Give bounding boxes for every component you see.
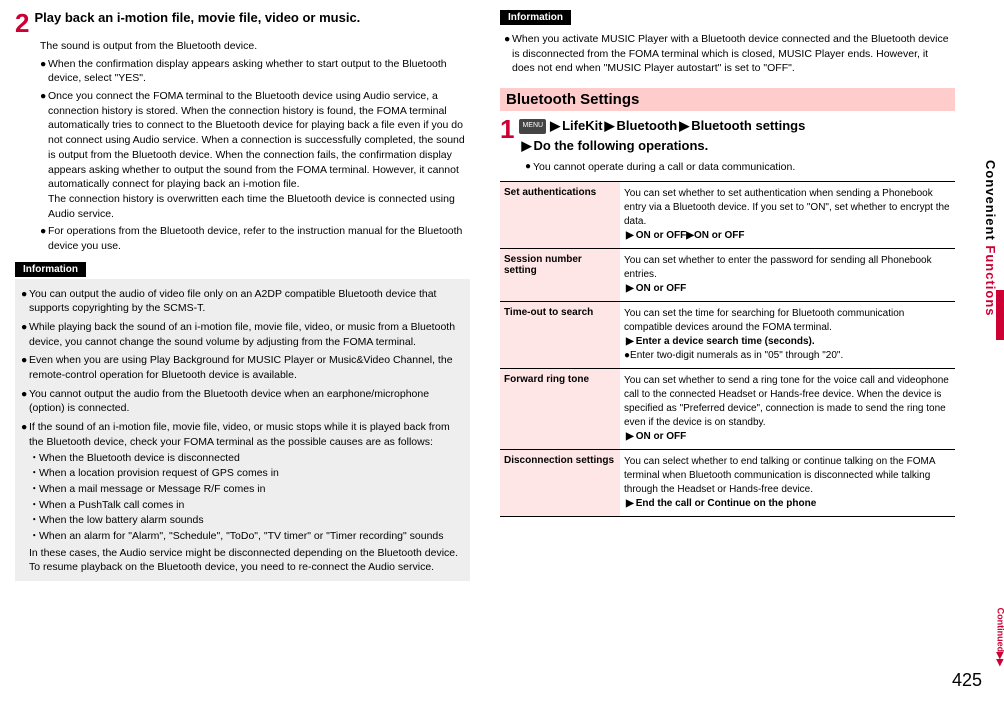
row-desc: You can select whether to end talking or…	[620, 450, 955, 517]
section-title: Bluetooth Settings	[500, 88, 955, 111]
table-row: Set authentications You can set whether …	[500, 182, 955, 249]
procedure-note-row: ●You cannot operate during a call or dat…	[525, 161, 955, 173]
side-tab-marker	[996, 290, 1004, 340]
arrow-icon: ▶	[679, 118, 689, 133]
row-desc: You can set the time for searching for B…	[620, 302, 955, 369]
step-number: 1	[500, 116, 514, 142]
cause-item: When the low battery alarm sounds	[39, 513, 464, 528]
extra-text: Enter two-digit numerals as in "05" thro…	[630, 350, 843, 361]
cause-item: When a location provision request of GPS…	[39, 466, 464, 481]
settings-table: Set authentications You can set whether …	[500, 181, 955, 517]
table-row: Time-out to search You can set the time …	[500, 302, 955, 369]
desc-text: You can set the time for searching for B…	[624, 308, 904, 333]
right-column: Information ●When you activate MUSIC Pla…	[500, 10, 955, 691]
cmd-text: End the call or Continue on the phone	[636, 498, 817, 509]
desc-text: You can select whether to end talking or…	[624, 456, 935, 495]
information-box: ●You can output the audio of video file …	[15, 279, 470, 581]
bullet-text: When the confirmation display appears as…	[48, 57, 470, 86]
step-number: 2	[15, 10, 29, 36]
cause-item: When the Bluetooth device is disconnecte…	[39, 451, 464, 466]
procedure-note: You cannot operate during a call or data…	[533, 161, 795, 173]
information-box-right: ●When you activate MUSIC Player with a B…	[500, 27, 955, 78]
arrow-icon: ▶	[550, 118, 560, 133]
procedure-path: 1 MENU▶LifeKit▶Bluetooth▶Bluetooth setti…	[500, 116, 955, 155]
cmd-text: ON or OFF▶ON or OFF	[636, 230, 745, 241]
arrow-icon: ▶	[605, 118, 615, 133]
info-item: If the sound of an i-motion file, movie …	[29, 420, 464, 449]
row-label: Disconnection settings	[500, 450, 620, 517]
cause-item: When a PushTalk call comes in	[39, 498, 464, 513]
step-bullet-block: ●When the confirmation display appears a…	[40, 57, 470, 254]
cause-item: When an alarm for "Alarm", "Schedule", "…	[39, 529, 464, 544]
row-label: Time-out to search	[500, 302, 620, 369]
row-label: Forward ring tone	[500, 369, 620, 450]
path-item: Bluetooth settings	[691, 118, 805, 133]
info-item: Even when you are using Play Background …	[29, 353, 464, 382]
row-label: Session number setting	[500, 249, 620, 302]
cause-item: When a mail message or Message R/F comes…	[39, 482, 464, 497]
desc-text: You can set whether to set authenticatio…	[624, 188, 950, 227]
cmd-text: ON or OFF	[636, 283, 687, 294]
desc-text: You can set whether to enter the passwor…	[624, 255, 932, 280]
path-tail: Do the following operations.	[533, 138, 708, 153]
path-item: LifeKit	[562, 118, 602, 133]
left-column: 2 Play back an i-motion file, movie file…	[15, 10, 470, 691]
info-item: When you activate MUSIC Player with a Bl…	[512, 32, 951, 76]
page-number: 425	[952, 670, 982, 691]
row-desc: You can set whether to set authenticatio…	[620, 182, 955, 249]
info-tail: In these cases, the Audio service might …	[29, 546, 464, 575]
information-header-right: Information	[500, 10, 571, 25]
bullet-extra: The connection history is overwritten ea…	[48, 192, 470, 221]
page-container: 2 Play back an i-motion file, movie file…	[0, 0, 1004, 701]
table-row: Session number setting You can set wheth…	[500, 249, 955, 302]
info-item: You can output the audio of video file o…	[29, 287, 464, 316]
arrow-icon: ▶	[521, 138, 531, 153]
desc-text: You can set whether to send a ring tone …	[624, 375, 949, 428]
info-item: You cannot output the audio from the Blu…	[29, 387, 464, 416]
path-item: Bluetooth	[617, 118, 678, 133]
row-label: Set authentications	[500, 182, 620, 249]
cmd-text: ON or OFF	[636, 431, 687, 442]
table-row: Disconnection settings You can select wh…	[500, 450, 955, 517]
step-title: Play back an i-motion file, movie file, …	[34, 10, 360, 25]
row-desc: You can set whether to send a ring tone …	[620, 369, 955, 450]
table-row: Forward ring tone You can set whether to…	[500, 369, 955, 450]
info-item: While playing back the sound of an i-mot…	[29, 320, 464, 349]
step-header: 2 Play back an i-motion file, movie file…	[15, 10, 470, 36]
continued-marker: Continued▶▶	[994, 608, 1004, 666]
bullet-text: For operations from the Bluetooth device…	[48, 224, 470, 253]
cmd-text: Enter a device search time (seconds).	[636, 336, 815, 347]
information-header: Information	[15, 262, 86, 277]
step-intro: The sound is output from the Bluetooth d…	[40, 39, 470, 54]
side-label-black: Convenient	[983, 160, 998, 245]
bullet-text: Once you connect the FOMA terminal to th…	[48, 89, 470, 192]
menu-icon: MENU	[519, 119, 546, 134]
row-desc: You can set whether to enter the passwor…	[620, 249, 955, 302]
